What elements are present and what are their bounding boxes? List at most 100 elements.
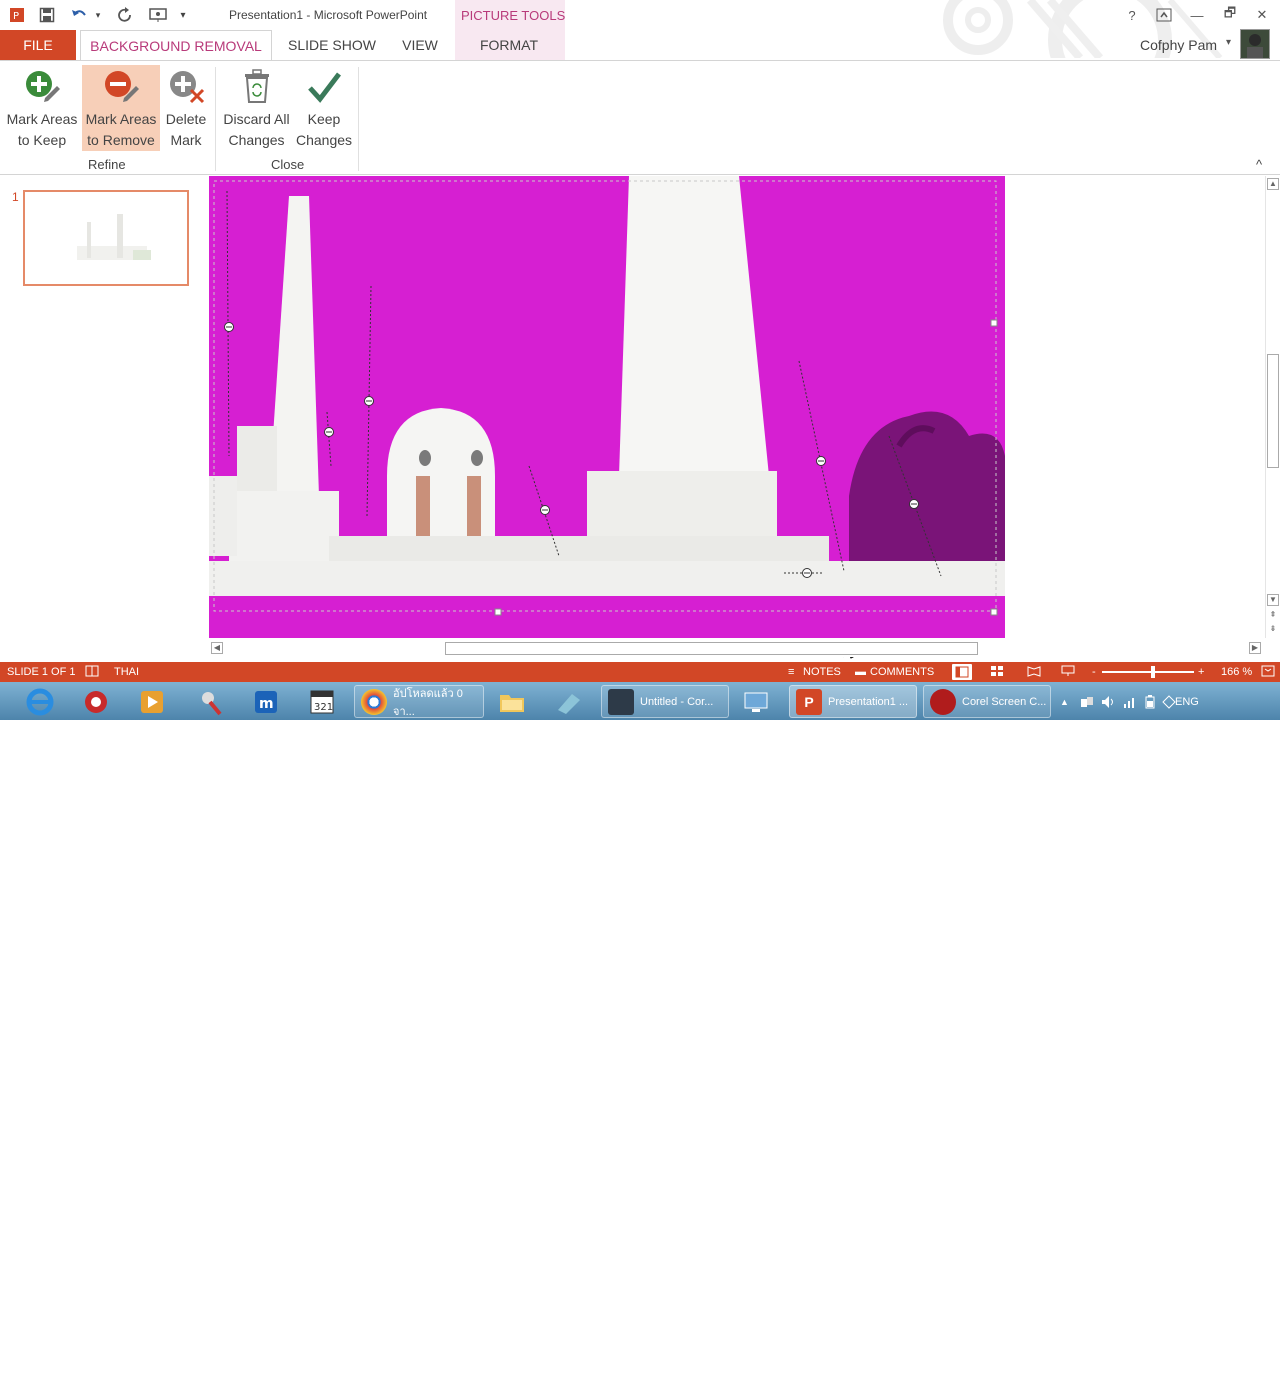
- customize-qat-icon[interactable]: ▾: [176, 5, 190, 25]
- ribbon-display-options-button[interactable]: [1152, 5, 1176, 25]
- window-title: Presentation1 - Microsoft PowerPoint: [229, 8, 428, 22]
- thumbnail-image: [77, 214, 151, 260]
- zoom-out-button[interactable]: -: [1092, 666, 1096, 678]
- group-label-refine: Refine: [88, 157, 126, 172]
- slide-sorter-icon[interactable]: [990, 665, 1004, 680]
- user-name[interactable]: Cofphy Pam: [1140, 37, 1217, 53]
- background-removal-picture[interactable]: [209, 176, 1005, 638]
- tools-icon[interactable]: [194, 685, 226, 718]
- m-app-icon[interactable]: m: [250, 685, 282, 718]
- clock-date: 30/8/2558: [1217, 1385, 1267, 1397]
- title-bar: P ▾ ▾ Presentation1 - Microsoft PowerPoi…: [0, 0, 1280, 58]
- powerpoint-icon: P: [796, 688, 822, 715]
- powerpoint-icon[interactable]: P: [6, 5, 28, 25]
- close-button[interactable]: ✕: [1250, 5, 1274, 25]
- scroll-right-icon[interactable]: ▶: [1249, 642, 1261, 654]
- discard-all-changes-button[interactable]: Discard All Changes: [219, 65, 294, 151]
- taskbar-window-corel[interactable]: Untitled - Cor...: [601, 685, 729, 718]
- svg-text:m: m: [259, 696, 274, 712]
- fit-slide-icon[interactable]: [1261, 665, 1275, 680]
- taskbar-label: Corel Screen C...: [962, 695, 1047, 708]
- zoom-level[interactable]: 166 %: [1221, 666, 1252, 678]
- monument-photo: [209, 176, 1005, 638]
- next-slide-icon[interactable]: ⇟: [1268, 624, 1278, 634]
- horizontal-scrollbar[interactable]: ◀ ▶: [209, 640, 1265, 657]
- vertical-scrollbar[interactable]: ▲ ▼ ⇞ ⇟: [1265, 176, 1280, 638]
- recycle-bin-icon: [237, 65, 277, 109]
- taskbar-window-powerpoint[interactable]: P Presentation1 ...: [789, 685, 917, 718]
- minimize-button[interactable]: —: [1185, 5, 1209, 25]
- taskbar-window-chrome[interactable]: อัปโหลดแล้ว 0 จา...: [354, 685, 484, 718]
- volume-icon[interactable]: [1101, 685, 1115, 718]
- taskbar-label: Presentation1 ...: [828, 695, 909, 708]
- remote-desktop-icon[interactable]: [740, 685, 772, 718]
- collapse-ribbon-icon[interactable]: ^: [1256, 157, 1262, 172]
- mark-areas-to-keep-button[interactable]: Mark Areas to Keep: [3, 65, 81, 151]
- app-icon[interactable]: [80, 685, 112, 718]
- comments-button[interactable]: COMMENTS: [870, 666, 934, 678]
- calendar-icon[interactable]: 321: [306, 685, 338, 718]
- delete-mark-line1: Delete: [165, 111, 207, 127]
- zoom-in-button[interactable]: +: [1198, 666, 1204, 678]
- notes-button[interactable]: NOTES: [803, 666, 841, 678]
- action-center-icon[interactable]: [1162, 685, 1176, 718]
- zoom-slider-thumb[interactable]: [1150, 666, 1155, 678]
- tab-file[interactable]: FILE: [0, 30, 76, 60]
- horizontal-scroll-thumb[interactable]: [445, 642, 978, 655]
- scroll-left-icon[interactable]: ◀: [211, 642, 223, 654]
- mark-keep-line1: Mark Areas: [6, 111, 78, 127]
- delete-mark-button[interactable]: Delete Mark: [162, 65, 210, 151]
- normal-view-button[interactable]: [952, 664, 972, 680]
- tray-network-icon[interactable]: [1080, 685, 1094, 718]
- reading-view-icon[interactable]: [1027, 665, 1041, 680]
- minus-pencil-icon: [101, 65, 141, 109]
- comments-icon[interactable]: ▬: [855, 666, 866, 678]
- slide-thumbnail[interactable]: [23, 190, 189, 286]
- taskbar-label: Untitled - Cor...: [640, 695, 714, 708]
- group-separator: [215, 67, 216, 171]
- record-icon: [930, 688, 956, 715]
- taskbar-window-corel-screen[interactable]: Corel Screen C...: [923, 685, 1051, 718]
- internet-explorer-icon[interactable]: [24, 685, 56, 718]
- tab-view[interactable]: VIEW: [392, 30, 448, 60]
- present-icon[interactable]: [146, 5, 170, 25]
- redo-icon[interactable]: [114, 5, 136, 25]
- mark-remove-line2: to Remove: [87, 132, 155, 148]
- checkmark-icon: [304, 65, 344, 109]
- tray-language[interactable]: ENG: [1175, 685, 1199, 718]
- zoom-slider[interactable]: [1102, 666, 1194, 678]
- app-icon[interactable]: [552, 685, 584, 718]
- scroll-down-icon[interactable]: ▼: [1267, 594, 1279, 606]
- signal-icon[interactable]: [1123, 685, 1137, 718]
- media-player-icon[interactable]: [136, 685, 168, 718]
- user-menu-caret-icon[interactable]: ▾: [1226, 37, 1231, 48]
- plus-pencil-icon: [22, 65, 62, 109]
- help-button[interactable]: ?: [1120, 5, 1144, 25]
- avatar[interactable]: [1240, 29, 1270, 59]
- keep-changes-button[interactable]: Keep Changes: [294, 65, 354, 151]
- restore-button[interactable]: 🗗: [1218, 5, 1242, 25]
- ribbon: Mark Areas to Keep Mark Areas to Remove …: [0, 60, 1280, 175]
- slide-show-icon[interactable]: [1061, 665, 1075, 680]
- undo-icon[interactable]: [68, 5, 90, 25]
- previous-slide-icon[interactable]: ⇞: [1268, 610, 1278, 620]
- tray-expand-icon[interactable]: ▲: [1060, 685, 1069, 718]
- taskbar-label: อัปโหลดแล้ว 0 จา...: [393, 687, 463, 718]
- vertical-scroll-thumb[interactable]: [1267, 354, 1279, 468]
- mark-remove-line1: Mark Areas: [85, 111, 157, 127]
- language-indicator[interactable]: THAI: [114, 666, 139, 678]
- file-explorer-icon[interactable]: [496, 685, 528, 718]
- tab-format[interactable]: FORMAT: [460, 30, 558, 60]
- mark-areas-to-remove-button[interactable]: Mark Areas to Remove: [82, 65, 160, 151]
- svg-text:321: 321: [314, 702, 333, 713]
- save-icon[interactable]: [36, 5, 58, 25]
- scroll-up-icon[interactable]: ▲: [1267, 178, 1279, 190]
- tab-background-removal[interactable]: BACKGROUND REMOVAL: [80, 30, 272, 61]
- proofing-icon[interactable]: [85, 665, 99, 680]
- notes-icon[interactable]: ≡: [788, 666, 794, 678]
- tray-clock[interactable]: 20:54 30/8/2558: [1210, 1370, 1274, 1398]
- tab-slide-show[interactable]: SLIDE SHOW: [278, 30, 386, 60]
- corel-icon: [608, 688, 634, 715]
- battery-icon[interactable]: [1143, 685, 1157, 718]
- undo-dropdown-icon[interactable]: ▾: [92, 5, 104, 25]
